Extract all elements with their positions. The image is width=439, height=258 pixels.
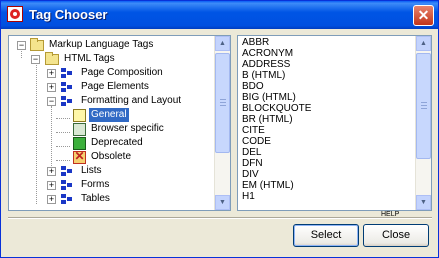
collapse-icon[interactable]: − [47, 97, 56, 106]
list-scrollbar[interactable]: ▲ ▼ [415, 36, 431, 210]
list-item[interactable]: ACRONYM [242, 48, 293, 59]
window-title: Tag Chooser [29, 7, 108, 22]
tree-item-general[interactable]: General [9, 108, 209, 122]
tree-label: Page Elements [81, 81, 149, 92]
list-item[interactable]: BDO [242, 81, 264, 92]
tree-label: Lists [81, 165, 102, 176]
tree-item-tables[interactable]: + Tables [9, 192, 209, 206]
tree-item-browser-specific[interactable]: Browser specific [9, 122, 209, 136]
list-item[interactable]: DFN [242, 158, 263, 169]
list-item[interactable]: EM (HTML) [242, 180, 294, 191]
tree-item-deprecated[interactable]: Deprecated [9, 136, 209, 150]
tag-group-icon [61, 180, 76, 191]
list-item[interactable]: BIG (HTML) [242, 92, 296, 103]
tag-list-panel: ABBR ACRONYM ADDRESS B (HTML) BDO BIG (H… [237, 35, 432, 211]
tag-group-icon [61, 194, 76, 205]
tag-group-icon [61, 68, 76, 79]
tree-item-page-elements[interactable]: + Page Elements [9, 80, 209, 94]
tree-label: Markup Language Tags [49, 39, 154, 50]
select-button[interactable]: Select [293, 224, 359, 247]
folder-open-icon [45, 52, 59, 65]
tag-chooser-window: Tag Chooser ✕ − Markup Language Tags − H… [0, 0, 439, 258]
obsolete-icon: ✕ [73, 149, 86, 164]
scroll-thumb[interactable] [416, 53, 431, 159]
list-item[interactable]: DEL [242, 147, 261, 158]
tree-label: Tables [81, 193, 110, 204]
tree-item-lists[interactable]: + Lists [9, 164, 209, 178]
collapse-icon[interactable]: − [31, 55, 40, 64]
expand-icon[interactable]: + [47, 181, 56, 190]
tree-item-obsolete[interactable]: ✕ Obsolete [9, 149, 209, 164]
list-item[interactable]: ABBR [242, 37, 269, 48]
scroll-thumb[interactable] [215, 53, 230, 153]
expand-icon[interactable]: + [47, 83, 56, 92]
scroll-up-button[interactable]: ▲ [215, 36, 230, 51]
scroll-up-button[interactable]: ▲ [416, 36, 431, 51]
tag-tree: − Markup Language Tags − HTML Tags + Pag… [9, 36, 214, 210]
list-item[interactable]: BLOCKQUOTE [242, 103, 311, 114]
tree-label: Formatting and Layout [81, 95, 182, 106]
list-item[interactable]: CODE [242, 136, 271, 147]
tag-group-icon [61, 96, 76, 107]
tree-item-root[interactable]: − Markup Language Tags [9, 38, 209, 52]
app-icon [7, 6, 23, 22]
list-item[interactable]: B (HTML) [242, 70, 285, 81]
close-button[interactable]: Close [363, 224, 429, 247]
scroll-down-button[interactable]: ▼ [215, 195, 230, 210]
tree-label: Obsolete [91, 151, 132, 162]
tree-scrollbar[interactable]: ▲ ▼ [214, 36, 230, 210]
title-bar[interactable]: Tag Chooser ✕ [1, 1, 438, 29]
tree-item-page-composition[interactable]: + Page Composition [9, 66, 209, 80]
collapse-icon[interactable]: − [17, 41, 26, 50]
tree-item-html-tags[interactable]: − HTML Tags [9, 52, 209, 66]
tag-tree-panel: − Markup Language Tags − HTML Tags + Pag… [8, 35, 231, 211]
close-window-button[interactable]: ✕ [413, 5, 434, 26]
separator [8, 217, 432, 219]
list-item[interactable]: H1 [242, 191, 255, 202]
browser-specific-icon [73, 123, 86, 136]
folder-open-icon [30, 38, 44, 51]
tree-label: Deprecated [91, 137, 143, 148]
tree-label: General [89, 108, 129, 122]
tree-item-formatting-layout[interactable]: − Formatting and Layout [9, 94, 209, 108]
tag-group-icon [61, 82, 76, 93]
list-item[interactable]: CITE [242, 125, 265, 136]
list-item[interactable]: ADDRESS [242, 59, 290, 70]
tree-item-forms[interactable]: + Forms [9, 178, 209, 192]
tag-group-icon [61, 166, 76, 177]
scroll-down-button[interactable]: ▼ [416, 195, 431, 210]
general-tags-icon [73, 109, 86, 122]
tree-label: Page Composition [81, 67, 163, 78]
list-item[interactable]: BR (HTML) [242, 114, 293, 125]
expand-icon[interactable]: + [47, 195, 56, 204]
tree-label: Forms [81, 179, 110, 190]
expand-icon[interactable]: + [47, 69, 56, 78]
tag-list[interactable]: ABBR ACRONYM ADDRESS B (HTML) BDO BIG (H… [238, 36, 415, 210]
list-item[interactable]: DIV [242, 169, 259, 180]
expand-icon[interactable]: + [47, 167, 56, 176]
tree-label: Browser specific [91, 123, 164, 134]
tree-label: HTML Tags [64, 53, 115, 64]
